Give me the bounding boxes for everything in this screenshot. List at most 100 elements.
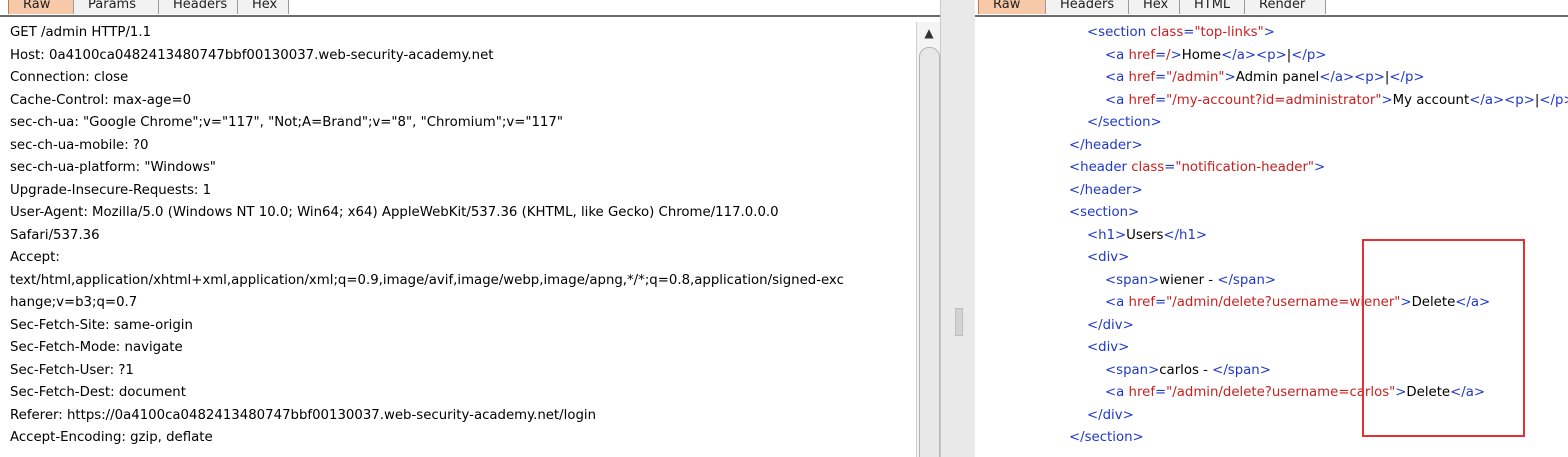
response-token: <a xyxy=(1105,70,1129,85)
request-line: GET /admin HTTP/1.1 xyxy=(10,25,152,40)
response-token: <div> xyxy=(1087,250,1130,265)
response-token: </header> xyxy=(1069,137,1143,153)
response-token: Home xyxy=(1181,47,1222,63)
request-pane: Raw Params Headers Hex GET /admin HTTP/1… xyxy=(0,0,940,457)
request-line: Safari/537.36 xyxy=(10,227,100,243)
response-token: = xyxy=(1155,92,1167,108)
response-token: class xyxy=(1131,160,1165,175)
response-token: "notification-header" xyxy=(1175,160,1315,175)
request-line: Cache-Control: max-age=0 xyxy=(10,92,192,108)
request-line: text/html,application/xhtml+xml,applicat… xyxy=(10,272,844,288)
response-token: href xyxy=(1128,295,1155,310)
response-token: "top-links" xyxy=(1194,25,1264,40)
response-line: </header> xyxy=(975,180,1568,203)
response-token: </header> xyxy=(1069,182,1143,198)
response-token: </div> xyxy=(1087,407,1134,423)
response-token: = xyxy=(1164,160,1176,175)
response-token: <a xyxy=(1105,385,1129,400)
response-tab-headers[interactable]: Headers xyxy=(1045,0,1129,14)
annotation-highlight-box xyxy=(1362,239,1525,437)
response-token: <header xyxy=(1069,160,1132,175)
response-tab-render[interactable]: Render xyxy=(1244,0,1326,14)
response-token: </p> xyxy=(1291,47,1327,63)
response-token: <a xyxy=(1105,47,1129,63)
request-line: Accept: xyxy=(10,250,60,265)
request-line: sec-ch-ua-mobile: ?0 xyxy=(10,137,149,153)
response-line: <a href="/admin">Admin panel</a><p>|</p> xyxy=(975,67,1568,90)
request-line: Connection: close xyxy=(10,70,129,85)
response-tab-hex[interactable]: Hex xyxy=(1128,0,1180,14)
response-token: </a><p> xyxy=(1221,47,1287,63)
response-token: </span> xyxy=(1217,272,1277,288)
request-line: Referer: https://0a4100ca0482413480747bb… xyxy=(10,407,597,423)
response-token: href xyxy=(1128,70,1155,85)
response-token: > xyxy=(1263,25,1275,40)
response-token: <span> xyxy=(1105,362,1160,378)
request-line: sec-ch-ua-platform: "Windows" xyxy=(10,160,216,175)
response-token: <span> xyxy=(1105,272,1160,288)
divider-grip-icon[interactable] xyxy=(955,308,963,336)
response-line: </section> xyxy=(975,112,1568,135)
response-token: </p> xyxy=(1389,70,1425,85)
response-tabbar: Raw Headers Hex HTML Render xyxy=(975,0,1568,17)
response-token: > xyxy=(1314,160,1326,175)
response-token: </div> xyxy=(1087,317,1134,333)
response-token: <a xyxy=(1105,92,1129,108)
response-tab-raw[interactable]: Raw xyxy=(978,0,1046,14)
scroll-thumb[interactable] xyxy=(919,47,940,457)
response-token: href xyxy=(1128,92,1155,108)
response-token: </h1> xyxy=(1163,227,1208,243)
request-line: Host: 0a4100ca0482413480747bbf00130037.w… xyxy=(10,47,494,63)
request-tab-params[interactable]: Params xyxy=(73,0,159,14)
response-token: My account xyxy=(1392,92,1470,108)
response-token: </a><p> xyxy=(1319,70,1385,85)
request-line: sec-ch-ua: "Google Chrome";v="117", "Not… xyxy=(10,115,563,130)
response-token: carlos - xyxy=(1159,362,1213,378)
response-token: href xyxy=(1128,47,1155,63)
request-tab-raw[interactable]: Raw xyxy=(8,0,74,14)
request-line: User-Agent: Mozilla/5.0 (Windows NT 10.0… xyxy=(10,205,779,220)
response-line: <a href=/>Home</a><p>|</p> xyxy=(975,45,1568,68)
response-line: <a href="/my-account?id=administrator">M… xyxy=(975,90,1568,113)
response-token: = xyxy=(1155,47,1167,63)
request-line: Sec-Fetch-Dest: document xyxy=(10,385,186,400)
response-token: = xyxy=(1155,295,1167,310)
response-token: </section> xyxy=(1087,115,1162,130)
response-token: wiener - xyxy=(1159,272,1218,288)
response-token: </span> xyxy=(1212,362,1271,378)
request-tab-hex[interactable]: Hex xyxy=(237,0,289,14)
scroll-up-icon[interactable]: ▲ xyxy=(917,22,940,44)
response-token: <div> xyxy=(1087,340,1130,355)
response-token: > xyxy=(1381,92,1393,108)
response-token: "/admin" xyxy=(1166,70,1225,85)
pane-divider[interactable] xyxy=(940,0,977,457)
request-tabbar: Raw Params Headers Hex xyxy=(0,0,940,17)
response-token: </p> xyxy=(1539,92,1568,108)
response-token: > xyxy=(1224,70,1236,85)
response-token: <a xyxy=(1105,295,1129,310)
response-token: = xyxy=(1183,25,1195,40)
response-line: <section> xyxy=(975,202,1568,225)
response-token: = xyxy=(1155,385,1167,400)
request-editor[interactable]: GET /admin HTTP/1.1 Host: 0a4100ca0482413… xyxy=(0,22,940,457)
response-token: </a><p> xyxy=(1469,92,1535,108)
request-tab-headers[interactable]: Headers xyxy=(158,0,238,14)
response-token: "/admin/delete?username=carlos" xyxy=(1166,385,1396,400)
request-line: Upgrade-Insecure-Requests: 1 xyxy=(10,182,212,198)
response-token: href xyxy=(1128,385,1155,400)
response-token: <h1> xyxy=(1087,227,1127,243)
response-token: <section xyxy=(1087,25,1151,40)
response-token: class xyxy=(1150,25,1184,40)
request-scrollbar[interactable]: ▲ xyxy=(916,22,940,457)
response-token: > xyxy=(1170,47,1182,63)
response-line: <section class="top-links"> xyxy=(975,22,1568,45)
response-token: Admin panel xyxy=(1235,70,1320,85)
response-token: Users xyxy=(1126,227,1164,243)
response-token: "/my-account?id=administrator" xyxy=(1166,92,1382,108)
response-line: <header class="notification-header"> xyxy=(975,157,1568,180)
request-line: Sec-Fetch-User: ?1 xyxy=(10,362,134,378)
request-line: Sec-Fetch-Site: same-origin xyxy=(10,317,193,333)
request-line: Accept-Encoding: gzip, deflate xyxy=(10,430,213,445)
response-tab-html[interactable]: HTML xyxy=(1179,0,1245,14)
response-token: = xyxy=(1155,70,1167,85)
